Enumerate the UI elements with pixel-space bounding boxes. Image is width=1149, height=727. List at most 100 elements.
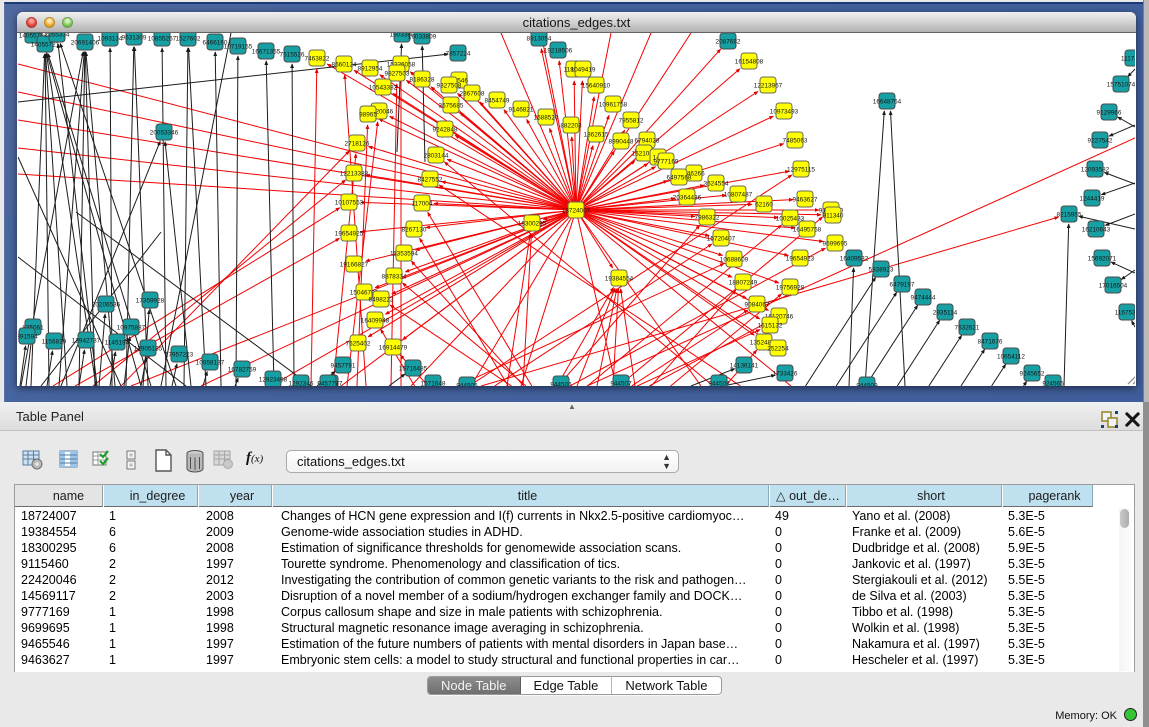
svg-text:2867608: 2867608 — [460, 91, 485, 98]
svg-text:924565: 924565 — [1042, 381, 1064, 387]
svg-text:18807249: 18807249 — [729, 280, 758, 287]
svg-text:15720407: 15720407 — [707, 236, 736, 243]
svg-text:15692071: 15692071 — [1088, 256, 1117, 263]
svg-text:8471676: 8471676 — [978, 339, 1003, 346]
svg-text:98965: 98965 — [359, 112, 377, 119]
svg-text:1156829: 1156829 — [42, 339, 67, 346]
svg-text:12905135: 12905135 — [134, 346, 163, 353]
svg-text:9227542: 9227542 — [1088, 138, 1113, 145]
svg-text:19756928: 19756928 — [776, 285, 805, 292]
svg-text:3675685: 3675685 — [439, 103, 464, 110]
svg-text:252254: 252254 — [767, 346, 789, 353]
svg-text:12093582: 12093582 — [1081, 167, 1110, 174]
svg-text:16033809: 16033809 — [408, 34, 437, 41]
svg-text:9777169: 9777169 — [654, 159, 679, 166]
svg-text:8427552: 8427552 — [418, 177, 443, 184]
svg-text:1093134: 1093134 — [98, 36, 123, 43]
svg-text:9457791: 9457791 — [331, 363, 356, 370]
svg-text:1527602: 1527602 — [176, 36, 201, 43]
svg-text:16409948: 16409948 — [361, 318, 390, 325]
svg-text:19654925: 19654925 — [335, 231, 364, 238]
svg-text:944509: 944509 — [856, 383, 878, 387]
svg-text:10973493: 10973493 — [770, 109, 799, 116]
svg-text:15640910: 15640910 — [582, 83, 611, 90]
svg-text:12923468: 12923468 — [259, 377, 288, 384]
svg-text:9084067: 9084067 — [745, 302, 770, 309]
svg-text:9129966: 9129966 — [1097, 110, 1122, 117]
svg-text:9146821: 9146821 — [509, 107, 534, 114]
svg-text:12213383: 12213383 — [340, 171, 369, 178]
svg-text:10807487: 10807487 — [724, 192, 753, 199]
svg-text:12975115: 12975115 — [787, 167, 815, 174]
svg-text:10107553: 10107553 — [335, 200, 364, 207]
svg-text:1244419: 1244419 — [1080, 196, 1105, 203]
svg-text:11353594: 11353594 — [390, 251, 418, 258]
svg-text:2718126: 2718126 — [345, 141, 370, 148]
svg-text:944508: 944508 — [708, 381, 730, 387]
svg-text:2087682: 2087682 — [716, 39, 741, 46]
svg-text:20206536: 20206536 — [92, 302, 121, 309]
svg-text:9699695: 9699695 — [823, 241, 848, 248]
svg-text:944505: 944505 — [456, 383, 478, 387]
svg-text:10958137: 10958137 — [196, 360, 225, 367]
svg-text:1049419: 1049419 — [571, 67, 596, 74]
svg-text:7857224: 7857224 — [446, 51, 471, 58]
svg-text:10975887: 10975887 — [117, 325, 146, 332]
svg-text:17016504: 17016504 — [1099, 283, 1128, 290]
svg-text:7955812: 7955812 — [619, 118, 644, 125]
svg-text:19384554: 19384554 — [605, 276, 634, 283]
svg-text:9827503: 9827503 — [385, 71, 410, 78]
svg-text:9463627: 9463627 — [793, 197, 818, 204]
svg-text:19654923: 19654923 — [786, 256, 815, 263]
svg-text:17957223: 17957223 — [165, 352, 194, 359]
svg-text:117004: 117004 — [412, 201, 433, 208]
svg-text:9242848: 9242848 — [433, 127, 458, 134]
svg-text:18300295: 18300295 — [518, 221, 547, 228]
svg-text:8990448: 8990448 — [609, 139, 634, 146]
svg-text:1362615: 1362615 — [584, 132, 609, 139]
svg-text:9631309: 9631309 — [122, 35, 147, 42]
svg-text:944507: 944507 — [610, 381, 632, 387]
svg-text:17359928: 17359928 — [136, 298, 165, 305]
svg-text:10719155: 10719155 — [224, 44, 253, 51]
svg-text:2803144: 2803144 — [424, 153, 449, 160]
svg-text:6794028: 6794028 — [635, 138, 660, 145]
svg-text:9474444: 9474444 — [911, 295, 936, 302]
svg-text:20364436: 20364436 — [673, 195, 702, 202]
svg-text:19166827: 19166827 — [340, 262, 369, 269]
svg-text:911340: 911340 — [823, 213, 844, 220]
svg-text:20691406: 20691406 — [71, 40, 100, 47]
svg-text:1733426: 1733426 — [773, 371, 798, 378]
svg-text:8912954: 8912954 — [358, 66, 383, 73]
svg-text:62160: 62160 — [755, 202, 773, 209]
svg-text:16495758: 16495758 — [793, 227, 822, 234]
svg-text:14055721: 14055721 — [31, 42, 60, 49]
svg-text:7625402: 7625402 — [346, 341, 371, 348]
svg-text:9245652: 9245652 — [1020, 371, 1045, 378]
svg-text:12942737: 12942737 — [72, 338, 101, 345]
svg-text:16782759: 16782759 — [228, 367, 257, 374]
svg-text:16671355: 16671355 — [252, 49, 281, 56]
svg-text:8186328: 8186328 — [410, 77, 435, 84]
svg-text:882203: 882203 — [560, 123, 582, 130]
svg-text:1292346: 1292346 — [289, 381, 314, 387]
svg-text:6479197: 6479197 — [890, 282, 915, 289]
svg-text:10543382: 10543382 — [369, 85, 398, 92]
svg-text:16210643: 16210643 — [1082, 227, 1111, 234]
svg-text:1145194: 1145194 — [105, 340, 130, 347]
svg-text:7986322: 7986322 — [695, 215, 720, 222]
svg-text:16914479: 16914479 — [379, 345, 408, 352]
svg-text:8454749: 8454749 — [485, 98, 510, 105]
svg-text:6498222: 6498222 — [369, 297, 394, 304]
svg-text:391594: 391594 — [18, 334, 38, 341]
svg-text:10654112: 10654112 — [997, 354, 1025, 361]
svg-text:16154808: 16154808 — [735, 59, 764, 66]
svg-text:1117342: 1117342 — [1121, 56, 1135, 63]
svg-text:1571648: 1571648 — [421, 381, 446, 387]
svg-text:10961758: 10961758 — [599, 102, 628, 109]
svg-text:10855267: 10855267 — [148, 36, 177, 43]
svg-text:7485063: 7485063 — [783, 138, 808, 145]
svg-text:19218506: 19218506 — [544, 48, 573, 55]
svg-text:2055334: 2055334 — [45, 33, 70, 39]
svg-text:9327508: 9327508 — [437, 83, 462, 90]
